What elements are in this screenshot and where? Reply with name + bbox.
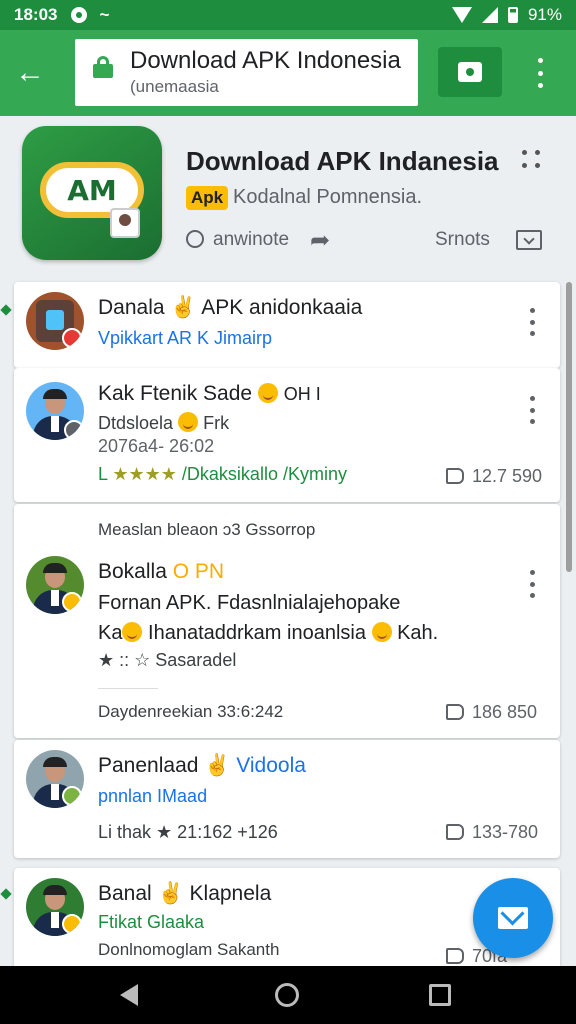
nav-back-icon[interactable]	[120, 984, 138, 1006]
card-menu-icon[interactable]	[528, 308, 536, 336]
review-text: Fornan APK. Fdasnlnialajehopake	[98, 592, 401, 614]
notification-icon	[71, 7, 88, 23]
battery-text: 91%	[527, 5, 562, 24]
thumbs-up-icon	[446, 948, 464, 964]
wifi-icon	[451, 7, 472, 23]
browser-app-bar: ← Download APK Indonesia (unemaasia	[0, 30, 576, 116]
reviewer-name: Kak Ftenik Sade OH I	[98, 382, 321, 406]
divider	[98, 688, 158, 689]
reviewer-name-text: Kak Ftenik Sade	[98, 382, 253, 405]
mini-avatar-icon	[110, 208, 140, 238]
reviewer-subtitle[interactable]: Ftikat Glaaka	[98, 912, 204, 933]
status-bar: 18:03 ~ 91%	[0, 0, 576, 30]
like-count: 133-780	[472, 822, 539, 842]
developer-name[interactable]: Kodalnal Pomnensia.	[233, 186, 422, 209]
avatar	[26, 556, 84, 614]
emoji-icon	[371, 622, 392, 642]
review-text-part: Ihanataddrkam inoanlsia	[148, 622, 366, 644]
app-title: Download APK Indanesia	[186, 146, 499, 176]
reviewer-name: Danala ✌ APK anidonkaaia	[98, 296, 363, 319]
download-icon[interactable]	[516, 230, 542, 250]
scrollbar[interactable]	[566, 282, 572, 572]
envelope-icon	[498, 907, 528, 929]
right-action-label[interactable]: Srnots	[435, 229, 490, 251]
review-date: 2076a4- 26:02	[98, 436, 215, 456]
rating-row: ★ :: ☆ Sasaradel	[98, 650, 237, 670]
share-icon[interactable]: ➦	[310, 226, 330, 255]
name-tag: ✌ Vidoola	[204, 754, 306, 777]
thumbs-up-icon	[446, 468, 464, 484]
comment-action-label[interactable]: anwinote	[213, 229, 289, 251]
avatar	[26, 382, 84, 440]
avatar	[26, 878, 84, 936]
nav-recents-icon[interactable]	[429, 984, 451, 1006]
signal-icon	[481, 7, 498, 23]
review-text-part: Ka	[98, 622, 123, 644]
reviewer-subtitle[interactable]: Vpikkart AR K Jimairp	[98, 328, 272, 349]
wave-icon: ~	[99, 5, 110, 24]
emoji-icon	[122, 622, 143, 642]
system-nav-bar	[0, 966, 576, 1024]
tabs-button[interactable]	[438, 47, 502, 97]
like-button[interactable]: 186 850	[446, 702, 537, 723]
nav-home-icon[interactable]	[275, 983, 299, 1007]
name-tag: O PN	[172, 560, 225, 583]
url-title: Download APK Indonesia	[130, 47, 401, 74]
list-item[interactable]: Panenlaad ✌ Vidoola pnnlan IMaad Li thak…	[14, 740, 560, 858]
review-line-text: Dtdsloela	[98, 413, 174, 433]
review-feed: Danala ✌ APK anidonkaaia Vpikkart AR K J…	[14, 282, 560, 978]
app-options-icon[interactable]	[522, 150, 544, 172]
review-footer: Donlnomoglam Sakanth	[98, 940, 280, 959]
avatar	[26, 292, 84, 350]
like-count: 12.7 590	[472, 466, 543, 486]
review-line-suffix: Frk	[203, 413, 230, 433]
app-icon: AM	[22, 126, 162, 260]
review-text-line-2: Ka Ihanataddrkam inoanlsia Kah.	[98, 622, 438, 645]
rating-stars: ★★★★	[112, 464, 177, 484]
compose-fab-button[interactable]	[473, 878, 553, 958]
battery-icon	[507, 7, 518, 23]
emoji-icon	[178, 412, 199, 432]
like-button[interactable]: 133-780	[446, 822, 538, 843]
emoji-icon	[257, 383, 278, 403]
like-button[interactable]: 12.7 590	[446, 466, 542, 487]
card-menu-icon[interactable]	[528, 570, 536, 598]
reviewer-name-text: Bokalla	[98, 560, 167, 583]
rating-row: L ★★★★ /Dkaksikallo /Kyminy	[98, 464, 347, 485]
comment-icon[interactable]	[186, 230, 204, 248]
like-count: 186 850	[472, 702, 538, 722]
reviewer-name: Bokalla O PN	[98, 560, 224, 584]
app-actions: anwinote ➦ Srnots	[186, 226, 546, 256]
list-item[interactable]: Danala ✌ APK anidonkaaia Vpikkart AR K J…	[14, 282, 560, 368]
thread-meta: Measlan bleaon ↄ3 Gssorrop	[98, 520, 316, 539]
back-arrow-icon[interactable]: ←	[0, 43, 60, 103]
review-footer: Daydenreekian 33:6:242	[98, 702, 284, 721]
url-bar[interactable]: Download APK Indonesia (unemaasia	[75, 39, 418, 106]
reviewer-name: Panenlaad ✌ Vidoola	[98, 754, 306, 778]
rating-text: /Dkaksikallo /Kyminy	[181, 464, 347, 484]
status-time: 18:03	[14, 5, 58, 24]
review-text-part: Kah.	[397, 622, 439, 644]
lock-icon	[93, 56, 113, 78]
tab-switcher-icon	[458, 62, 482, 82]
rating-row: Li thak ★ 21:162 +126	[98, 822, 278, 842]
side-marker-icon	[0, 304, 12, 316]
app-header: AM Download APK Indanesia Apk Kodalnal P…	[0, 116, 576, 276]
overflow-menu-icon[interactable]	[526, 58, 554, 88]
reviewer-subtitle[interactable]: pnnlan IMaad	[98, 786, 207, 807]
name-suffix: OH I	[283, 384, 321, 404]
side-marker-icon	[0, 888, 12, 900]
card-menu-icon[interactable]	[528, 396, 536, 424]
reviewer-name: Banal ✌ Klapnela	[98, 882, 272, 905]
rating-prefix: L	[98, 464, 108, 484]
avatar	[26, 750, 84, 808]
apk-badge: Apk	[186, 186, 229, 210]
list-item[interactable]: Kak Ftenik Sade OH I Dtdsloela Frk 2076a…	[14, 368, 560, 502]
list-item[interactable]: Measlan bleaon ↄ3 Gssorrop Bokalla O PN …	[14, 504, 560, 738]
thumbs-up-icon	[446, 704, 464, 720]
url-subtitle: (unemaasia	[130, 77, 219, 96]
thumbs-up-icon	[446, 824, 464, 840]
reviewer-name-text: Panenlaad	[98, 754, 199, 777]
review-line: Dtdsloela Frk	[98, 412, 229, 434]
